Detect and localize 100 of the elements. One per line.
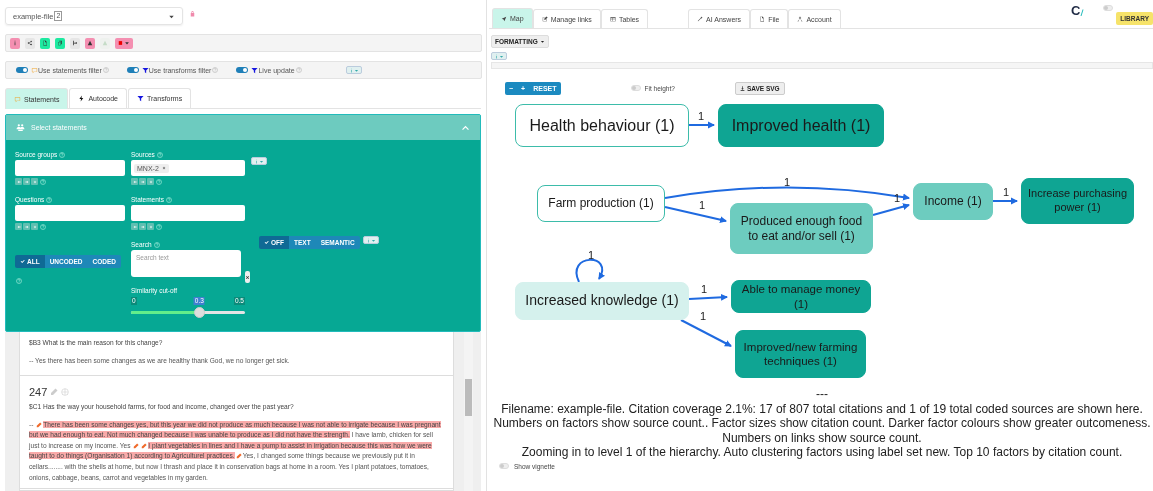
small-button[interactable] <box>147 223 154 230</box>
link-label: 1 <box>587 249 595 261</box>
link-label: 1 <box>698 199 706 211</box>
close-icon <box>148 224 153 229</box>
help-icon <box>156 178 162 185</box>
filter-icon <box>251 66 259 74</box>
separator-text: --- <box>815 387 829 402</box>
caption-line: Zooming in to level 1 of the hierarchy. Auto clustering factors using label set new. Top 10 factors by citation count. <box>520 445 1124 460</box>
caret-icon <box>259 158 264 164</box>
link-label: 1 <box>699 310 707 322</box>
small-button[interactable] <box>31 223 38 230</box>
factor-node[interactable]: Improved health (1) <box>718 104 884 147</box>
help-icon <box>16 278 22 284</box>
scrollbar[interactable] <box>464 332 473 491</box>
help-icon <box>46 196 53 203</box>
users-icon <box>16 123 25 132</box>
toolbar-button[interactable] <box>55 37 65 49</box>
toolbar-button[interactable] <box>85 37 95 49</box>
pencil-icon[interactable] <box>36 421 43 428</box>
copy-icon <box>57 40 63 46</box>
toggle-switch[interactable] <box>499 463 509 469</box>
link-label: 1 <box>893 192 901 204</box>
close-icon <box>32 224 37 229</box>
pencil-icon[interactable] <box>50 387 59 396</box>
factor-node[interactable]: Health behaviour (1) <box>515 104 689 147</box>
factor-node[interactable]: Increased knowledge (1) <box>515 282 689 320</box>
factor-node[interactable]: Farm production (1) <box>537 185 665 222</box>
link-arrow[interactable] <box>688 293 728 301</box>
caption-line: Numbers on links show source count. <box>721 430 923 445</box>
info-dropdown-button[interactable] <box>491 52 507 60</box>
wand-icon <box>697 16 704 22</box>
factor-node[interactable]: Improved/new farming techniques (1) <box>735 330 866 378</box>
help-icon <box>59 151 66 158</box>
caption-line: Numbers on factors show source count.. Factor sizes show citation count. Darker factor colours show greater outcomeness. <box>492 416 1152 431</box>
chevron-icon <box>461 123 470 132</box>
small-button[interactable] <box>15 223 22 230</box>
small-button[interactable] <box>23 223 30 230</box>
small-button[interactable] <box>23 178 30 185</box>
branch-icon <box>72 40 78 46</box>
select-field[interactable] <box>131 205 245 221</box>
help-icon <box>40 178 46 185</box>
link-arrow[interactable] <box>872 203 910 216</box>
info-dropdown-button[interactable] <box>362 236 379 244</box>
toggle-switch[interactable] <box>236 67 249 73</box>
help-icon <box>212 67 219 73</box>
statement-number: 247 <box>29 385 48 398</box>
factor-node[interactable]: Produced enough food to eat and/or sell (1) <box>730 203 873 254</box>
document-icon <box>42 40 48 46</box>
link-arrow[interactable] <box>664 186 910 201</box>
select-field[interactable] <box>15 160 125 176</box>
close-icon <box>32 179 37 184</box>
pencil-icon[interactable] <box>235 453 242 460</box>
check-icon <box>20 259 25 264</box>
small-button[interactable] <box>131 178 138 185</box>
toggle-switch[interactable] <box>630 85 641 91</box>
caret-icon <box>499 53 504 59</box>
slider-thumb[interactable] <box>194 307 206 318</box>
help-icon <box>165 196 172 203</box>
link-arrow[interactable] <box>680 319 732 347</box>
toggle-switch[interactable] <box>126 67 139 73</box>
close-icon <box>148 179 153 184</box>
factor-node[interactable]: Increase purchasing power (1) <box>1021 178 1134 224</box>
caret-icon <box>539 39 545 44</box>
small-button[interactable] <box>139 223 146 230</box>
caret-icon <box>124 40 130 46</box>
toolbar-button[interactable] <box>70 37 80 49</box>
small-button[interactable] <box>15 178 22 185</box>
info-dropdown-button[interactable] <box>251 157 267 165</box>
factor-node[interactable]: Able to manage money (1) <box>731 280 871 313</box>
help-icon <box>156 151 163 158</box>
help-icon <box>153 241 160 248</box>
user-icon <box>797 16 804 22</box>
link-arrow[interactable] <box>688 121 715 129</box>
small-button[interactable] <box>139 178 146 185</box>
help-icon <box>156 223 162 230</box>
link-label: 1 <box>783 176 791 188</box>
toggle-switch[interactable] <box>16 67 28 73</box>
bolt-icon <box>78 95 86 102</box>
select-field[interactable] <box>15 205 125 221</box>
help-icon <box>102 67 109 73</box>
factor-node[interactable]: Income (1) <box>913 183 993 220</box>
small-button[interactable] <box>147 178 154 185</box>
clear-button[interactable] <box>245 271 250 283</box>
link-arrow[interactable] <box>575 258 605 283</box>
speech-bubble-icon <box>14 95 21 103</box>
close-icon <box>245 274 250 280</box>
link-label: 1 <box>1002 186 1010 198</box>
logo[interactable]: C <box>1071 3 1085 18</box>
share-icon <box>27 40 33 46</box>
small-button[interactable] <box>131 223 138 230</box>
info-dropdown-button[interactable] <box>345 66 362 74</box>
triangle-icon <box>87 40 93 46</box>
globe-icon[interactable] <box>61 387 70 396</box>
toggle-switch[interactable] <box>1103 5 1113 11</box>
document-icon <box>759 16 766 22</box>
toolbar-button[interactable] <box>25 37 35 49</box>
small-button[interactable] <box>31 178 38 185</box>
help-icon <box>295 67 302 73</box>
link-arrow[interactable] <box>992 197 1018 205</box>
slash-icon <box>1080 8 1085 17</box>
